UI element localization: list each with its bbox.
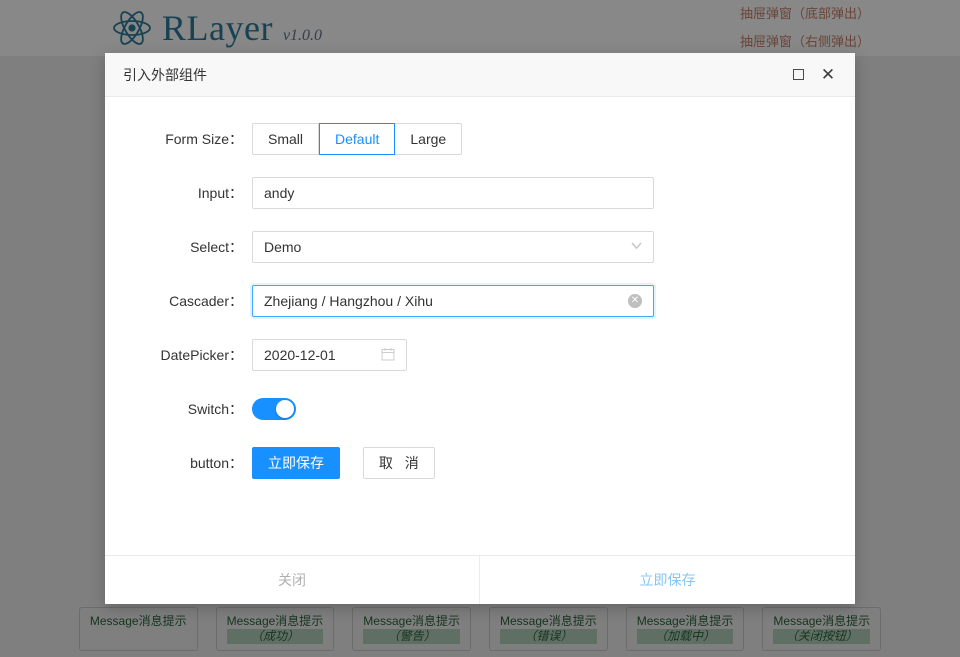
- switch-control: [252, 393, 855, 420]
- enable-switch[interactable]: [252, 398, 296, 420]
- clear-circle-icon[interactable]: ✕: [628, 294, 642, 308]
- chevron-down-icon: [631, 241, 642, 253]
- react-atom-icon: [112, 8, 152, 48]
- form-row-switch: Switch：: [105, 393, 855, 425]
- message-button-label: Message消息提示: [773, 614, 871, 628]
- site-header: RLayer v1.0.0 抽屉弹窗（底部弹出） 抽屉弹窗（右侧弹出）: [0, 0, 960, 56]
- message-button[interactable]: Message消息提示 （警告）: [352, 607, 471, 651]
- demo-select[interactable]: Demo: [252, 231, 654, 263]
- select-label: Select：: [190, 239, 243, 255]
- modal-title: 引入外部组件: [123, 66, 207, 83]
- date-picker[interactable]: 2020-12-01: [252, 339, 407, 371]
- modal-footer: 关闭 立即保存: [105, 555, 855, 604]
- message-button-label: Message消息提示: [636, 614, 734, 628]
- cancel-button[interactable]: 取 消: [362, 447, 435, 479]
- footer-confirm-button[interactable]: 立即保存: [480, 556, 855, 604]
- cascader-control: Zhejiang / Hangzhou / Xihu ✕: [252, 285, 855, 317]
- maximize-icon: [792, 69, 804, 80]
- location-cascader[interactable]: Zhejiang / Hangzhou / Xihu ✕: [252, 285, 654, 317]
- form-size-label: Form Size：: [165, 131, 243, 147]
- message-button[interactable]: Message消息提示 （加载中）: [625, 607, 745, 651]
- date-picker-value: 2020-12-01: [264, 347, 336, 363]
- form-row-input: Input： andy: [105, 177, 855, 209]
- message-button-row: Message消息提示 Message消息提示 （成功） Message消息提示…: [0, 607, 960, 651]
- maximize-button[interactable]: [783, 60, 813, 90]
- cascader-label: Cascader：: [169, 293, 243, 309]
- modal-body: Form Size： Small Default Large Input： an…: [105, 97, 855, 555]
- radio-small[interactable]: Small: [252, 123, 320, 155]
- message-button-sub: （错误）: [500, 629, 597, 644]
- message-button[interactable]: Message消息提示 （成功）: [215, 607, 335, 651]
- input-label: Input：: [197, 185, 243, 201]
- form-row-select: Select： Demo: [105, 231, 855, 263]
- form-row-buttons: button： 立即保存 取 消: [105, 447, 855, 479]
- demo-select-value: Demo: [264, 239, 302, 255]
- form-row-cascader: Cascader： Zhejiang / Hangzhou / Xihu ✕: [105, 285, 855, 317]
- switch-knob: [276, 400, 294, 418]
- form-row-form-size: Form Size： Small Default Large: [105, 123, 855, 155]
- header-links: 抽屉弹窗（底部弹出） 抽屉弹窗（右侧弹出）: [740, 0, 870, 56]
- name-input[interactable]: andy: [252, 177, 654, 209]
- close-button[interactable]: ✕: [813, 60, 843, 90]
- message-button-sub: （关闭按钮）: [773, 629, 871, 644]
- radio-large[interactable]: Large: [395, 123, 463, 155]
- save-button[interactable]: 立即保存: [252, 447, 340, 479]
- footer-close-button[interactable]: 关闭: [105, 556, 480, 604]
- logo-version: v1.0.0: [282, 27, 323, 44]
- switch-label: Switch：: [187, 401, 243, 417]
- form-size-radio-group[interactable]: Small Default Large: [252, 123, 463, 155]
- message-button-label: Message消息提示: [363, 614, 460, 628]
- message-button-label: Message消息提示: [500, 614, 597, 628]
- location-cascader-value: Zhejiang / Hangzhou / Xihu: [264, 293, 433, 309]
- calendar-icon: [381, 347, 395, 364]
- message-button-label: Message消息提示: [89, 614, 187, 628]
- site-logo[interactable]: RLayer v1.0.0: [112, 7, 322, 49]
- modal-header: 引入外部组件 ✕: [105, 53, 855, 97]
- datepicker-label: DatePicker：: [160, 347, 243, 363]
- message-button[interactable]: Message消息提示: [78, 607, 198, 651]
- message-button[interactable]: Message消息提示 （关闭按钮）: [762, 607, 882, 651]
- radio-default[interactable]: Default: [319, 123, 396, 155]
- screen: RLayer v1.0.0 抽屉弹窗（底部弹出） 抽屉弹窗（右侧弹出） Mess…: [0, 0, 960, 657]
- message-button-sub: （警告）: [363, 629, 460, 644]
- form-size-control: Small Default Large: [252, 123, 855, 155]
- name-input-value: andy: [264, 185, 295, 201]
- input-control: andy: [252, 177, 855, 209]
- message-button-label: Message消息提示: [226, 614, 324, 628]
- modal-dialog: 引入外部组件 ✕ Form Size： Small Default Large: [105, 53, 855, 604]
- message-button-sub: （成功）: [226, 629, 324, 644]
- datepicker-control: 2020-12-01: [252, 339, 855, 371]
- drawer-bottom-link[interactable]: 抽屉弹窗（底部弹出）: [740, 5, 870, 23]
- select-control: Demo: [252, 231, 855, 263]
- logo-title: RLayer: [162, 8, 273, 48]
- drawer-right-link[interactable]: 抽屉弹窗（右侧弹出）: [740, 33, 870, 51]
- form-row-datepicker: DatePicker： 2020-12-01: [105, 339, 855, 371]
- buttons-label: button：: [190, 455, 243, 471]
- message-button-sub: （加载中）: [636, 629, 734, 644]
- message-button[interactable]: Message消息提示 （错误）: [489, 607, 608, 651]
- buttons-control: 立即保存 取 消: [252, 447, 855, 479]
- close-icon: ✕: [820, 65, 836, 84]
